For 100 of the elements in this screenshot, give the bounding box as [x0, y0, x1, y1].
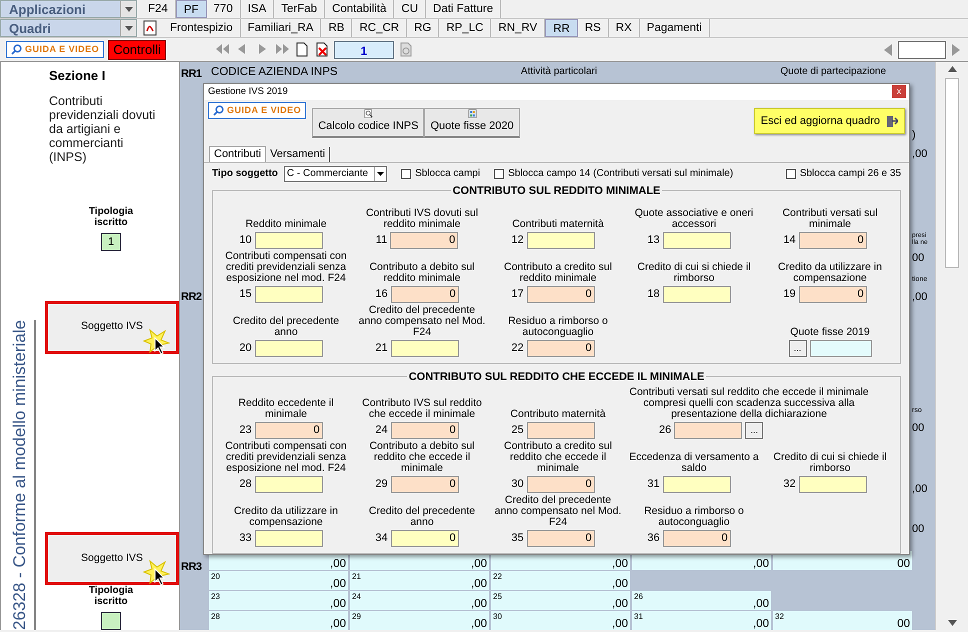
tab[interactable]: ISA: [240, 0, 274, 18]
field-number: 14: [783, 233, 796, 248]
soggetto-ivs-button[interactable]: Soggetto IVS: [45, 300, 179, 354]
tipologia-field[interactable]: 1: [101, 232, 121, 250]
selector-dropdown[interactable]: Applicazioni: [0, 0, 137, 18]
form-cell[interactable]: 25 ,00: [491, 591, 630, 610]
input-field[interactable]: 0: [390, 530, 459, 547]
tab[interactable]: RS: [578, 19, 609, 37]
input-field[interactable]: [390, 340, 459, 357]
field-label: Tipologia iscritto: [88, 206, 134, 228]
dialog-title: Gestione IVS 2019: [208, 84, 288, 99]
input-field[interactable]: 0: [662, 530, 731, 547]
delete-page-icon[interactable]: [314, 42, 330, 57]
input-field[interactable]: 0: [254, 422, 323, 439]
input-field[interactable]: 0: [526, 340, 595, 357]
page-icon[interactable]: [294, 42, 310, 57]
tab[interactable]: TerFab: [274, 0, 326, 18]
controls-button[interactable]: Controlli: [108, 40, 166, 60]
field-label: Contributi versati sul reddito che eccede il minimale compresi quelli con scadenza successiva alla presentazione della dichiarazione: [629, 387, 869, 420]
tab[interactable]: Familiari_RA: [240, 19, 322, 37]
form-cell[interactable]: 28 ,00: [209, 611, 348, 630]
input-field[interactable]: [810, 340, 872, 357]
search-icon: [213, 104, 224, 116]
input-field[interactable]: [254, 340, 323, 357]
browse-button[interactable]: ...: [745, 422, 764, 439]
tab[interactable]: PF: [176, 0, 207, 18]
input-field[interactable]: 0: [798, 286, 867, 303]
field-label: Residuo a rimborso o autoconguaglio: [643, 506, 745, 528]
tipo-soggetto-dropdown[interactable]: C - Commerciante: [284, 166, 388, 182]
form-cell[interactable]: 32 00: [773, 611, 912, 630]
input-field[interactable]: [662, 286, 731, 303]
input-field[interactable]: [526, 232, 595, 249]
exit-update-button[interactable]: Esci ed aggiorna quadro: [754, 108, 905, 134]
input-field[interactable]: 0: [526, 530, 595, 547]
tab[interactable]: RC_CR: [352, 19, 408, 37]
tab[interactable]: CU: [394, 0, 426, 18]
tab[interactable]: Dati Fatture: [426, 0, 502, 18]
tab[interactable]: Versamenti: [266, 147, 330, 162]
form-cell[interactable]: 20 ,00: [209, 571, 348, 590]
record-field[interactable]: [898, 40, 946, 58]
input-field[interactable]: [254, 530, 323, 547]
form-cell[interactable]: 29 ,00: [350, 611, 490, 630]
input-field[interactable]: 0: [390, 286, 459, 303]
input-field[interactable]: [254, 286, 323, 303]
section-title: Sezione I: [49, 67, 106, 85]
tab[interactable]: 770: [206, 0, 241, 18]
page-field[interactable]: 1: [334, 40, 394, 58]
checkbox[interactable]: [401, 168, 412, 178]
input-field[interactable]: 0: [390, 476, 459, 493]
scroll-down-icon[interactable]: [948, 620, 956, 626]
search-page-icon[interactable]: [398, 42, 414, 57]
input-field[interactable]: [662, 476, 731, 493]
form-cell[interactable]: 21 ,00: [350, 571, 490, 590]
form-cell[interactable]: 30 ,00: [491, 611, 630, 630]
form-cell[interactable]: 22 ,00: [491, 571, 630, 590]
input-field[interactable]: 0: [390, 422, 459, 439]
input-field[interactable]: [798, 476, 867, 493]
input-field[interactable]: [254, 232, 323, 249]
section-title: CONTRIBUTO SUL REDDITO MINIMALE: [450, 185, 662, 197]
scroll-up-icon[interactable]: [948, 66, 956, 72]
close-button[interactable]: x: [892, 85, 906, 98]
scroll-thumb[interactable]: [945, 78, 959, 268]
previous-icon[interactable]: [882, 42, 894, 56]
checkbox[interactable]: [786, 168, 796, 178]
pdf-icon[interactable]: [143, 20, 157, 36]
tab[interactable]: Contributi: [209, 146, 266, 162]
magnifier-icon: [362, 108, 375, 118]
input-field[interactable]: [526, 422, 595, 439]
input-field[interactable]: [254, 476, 323, 493]
tab[interactable]: RB: [321, 19, 352, 37]
field-label: Residuo a rimborso o autoconguaglio: [507, 316, 609, 338]
input-field[interactable]: [674, 422, 742, 439]
form-cell[interactable]: 23 ,00: [209, 591, 348, 610]
checkbox[interactable]: [494, 168, 504, 178]
toolbar-button[interactable]: Quote fisse 2020: [424, 108, 520, 138]
tab[interactable]: RR: [545, 19, 578, 37]
field-label: Quote associative e oneri accessori: [634, 208, 754, 230]
tab[interactable]: RP_LC: [439, 19, 492, 37]
input-field[interactable]: 0: [526, 286, 595, 303]
next-icon[interactable]: [950, 42, 962, 56]
tipologia-field[interactable]: [101, 612, 121, 630]
tab[interactable]: Contabilità: [325, 0, 394, 18]
form-cell[interactable]: 24 ,00: [350, 591, 490, 610]
tab[interactable]: Pagamenti: [640, 19, 710, 37]
input-field[interactable]: 0: [798, 232, 867, 249]
tab[interactable]: RX: [608, 19, 640, 37]
input-field[interactable]: 0: [390, 232, 458, 249]
selector-dropdown[interactable]: Quadri: [0, 19, 137, 37]
field-number: 18: [647, 287, 660, 302]
field-number: 10: [239, 233, 252, 248]
tab[interactable]: Frontespizio: [163, 19, 241, 37]
input-field[interactable]: [662, 232, 731, 249]
form-cell[interactable]: 31 ,00: [632, 611, 772, 630]
first-icon[interactable]: [214, 42, 230, 57]
soggetto-ivs-button[interactable]: Soggetto IVS: [45, 532, 179, 585]
browse-button[interactable]: ...: [788, 340, 806, 357]
input-field[interactable]: 0: [526, 476, 595, 493]
toolbar-button[interactable]: Calcolo codice INPS: [312, 108, 424, 138]
form-cell[interactable]: 26 ,00: [632, 591, 772, 610]
tab[interactable]: RG: [407, 19, 440, 37]
